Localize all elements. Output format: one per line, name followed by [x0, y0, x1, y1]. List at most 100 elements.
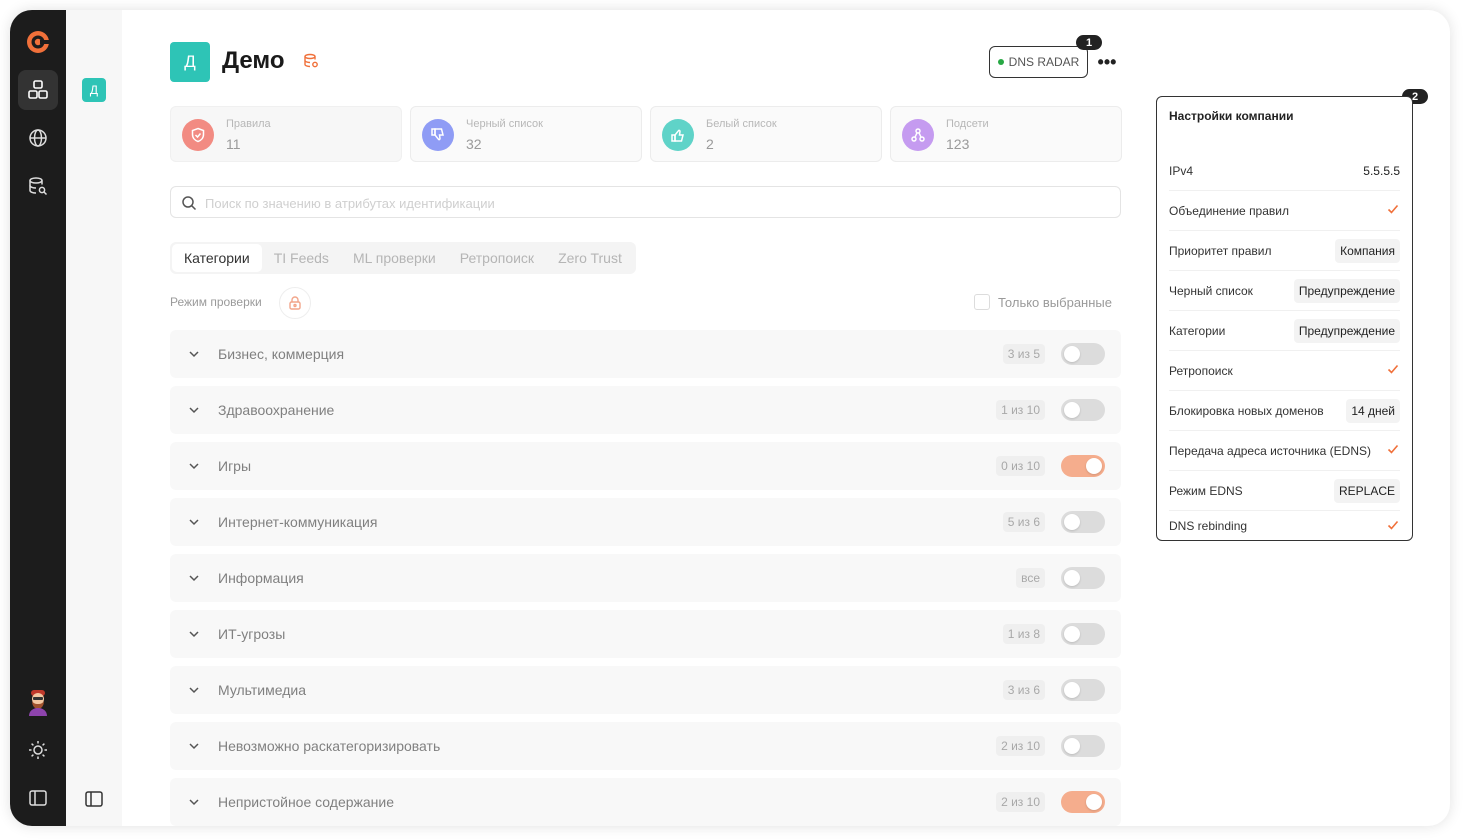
setting-label: Черный список — [1169, 283, 1253, 298]
stat-card-blacklist[interactable]: Черный список 32 — [410, 106, 642, 162]
setting-row: Ретропоиск — [1169, 351, 1400, 391]
setting-chip[interactable]: Компания — [1335, 238, 1400, 263]
category-label: Информация — [218, 570, 304, 586]
more-menu-button[interactable]: ••• — [1096, 50, 1118, 74]
chevron-down-icon[interactable] — [186, 514, 202, 535]
tab-retrosearch[interactable]: Ретропоиск — [448, 244, 546, 272]
chevron-down-icon[interactable] — [186, 346, 202, 367]
list-item[interactable]: Мультимедиа 3 из 6 — [170, 666, 1121, 714]
thumbs-down-icon — [422, 119, 454, 151]
setting-label: Блокировка новых доменов — [1169, 403, 1324, 418]
list-item[interactable]: Интернет-коммуникация 5 из 6 — [170, 498, 1121, 546]
category-count: 1 из 10 — [996, 400, 1045, 420]
title-avatar: Д — [170, 42, 210, 82]
chevron-down-icon[interactable] — [186, 570, 202, 591]
user-avatar[interactable] — [18, 682, 58, 722]
status-dot — [997, 59, 1004, 65]
setting-row: DNS rebinding — [1169, 511, 1400, 541]
category-toggle[interactable] — [1061, 343, 1105, 365]
company-sidebar: Д — [66, 10, 122, 826]
category-tabs: Категории TI Feeds ML проверки Ретропоис… — [170, 242, 636, 274]
setting-row: Категории Предупреждение — [1169, 311, 1400, 351]
category-label: Игры — [218, 458, 252, 474]
search-input[interactable] — [205, 193, 1105, 213]
check-icon — [1386, 518, 1400, 535]
company-settings-panel: Настройки компании IPv4 5.5.5.5 Объедине… — [1156, 96, 1413, 541]
chevron-down-icon[interactable] — [186, 738, 202, 759]
category-count: 1 из 8 — [1002, 624, 1045, 644]
setting-row: Черный список Предупреждение — [1169, 271, 1400, 311]
check-icon — [1386, 362, 1400, 379]
setting-row: Режим EDNS REPLACE — [1169, 471, 1400, 511]
stat-label: Черный список — [466, 118, 543, 130]
sidebar-collapse-icon[interactable] — [84, 790, 104, 813]
network-icon — [902, 119, 934, 151]
stat-card-whitelist[interactable]: Белый список 2 — [650, 106, 882, 162]
setting-label: Режим EDNS — [1169, 483, 1243, 498]
tab-ti-feeds[interactable]: TI Feeds — [262, 244, 341, 272]
database-settings-icon[interactable] — [303, 53, 319, 74]
category-list: Бизнес, коммерция 3 из 5 Здравоохранение… — [170, 330, 1121, 826]
setting-row: Блокировка новых доменов 14 дней — [1169, 391, 1400, 431]
stat-value: 11 — [226, 136, 241, 152]
list-item[interactable]: ИТ-угрозы 1 из 8 — [170, 610, 1121, 658]
category-toggle[interactable] — [1061, 679, 1105, 701]
database-search-icon[interactable] — [18, 166, 58, 206]
globe-icon[interactable] — [18, 118, 58, 158]
chevron-down-icon[interactable] — [186, 402, 202, 423]
stat-card-rules[interactable]: Правила 11 — [170, 106, 402, 162]
shield-icon — [182, 119, 214, 151]
page-title: Демо — [222, 47, 285, 74]
list-item[interactable]: Здравоохранение 1 из 10 — [170, 386, 1121, 434]
category-toggle[interactable] — [1061, 399, 1105, 421]
setting-chip[interactable]: Предупреждение — [1293, 278, 1400, 303]
category-toggle[interactable] — [1061, 511, 1105, 533]
category-count: все — [1016, 568, 1045, 588]
chevron-down-icon[interactable] — [186, 682, 202, 703]
chevron-down-icon[interactable] — [186, 794, 202, 815]
app-logo-icon[interactable] — [18, 22, 58, 62]
chevron-down-icon[interactable] — [186, 458, 202, 479]
ipv4-value: 5.5.5.5 — [1363, 163, 1400, 178]
company-avatar[interactable]: Д — [82, 78, 106, 102]
category-label: Мультимедиа — [218, 682, 306, 698]
tab-zero-trust[interactable]: Zero Trust — [546, 244, 634, 272]
theme-icon[interactable] — [18, 730, 58, 770]
tab-categories[interactable]: Категории — [172, 244, 262, 272]
setting-label: Передача адреса источника (EDNS) — [1169, 443, 1371, 458]
stat-card-subnets[interactable]: Подсети 123 — [890, 106, 1122, 162]
only-selected-filter[interactable]: Только выбранные — [974, 294, 1112, 310]
dns-radar-label: DNS RADAR — [1008, 55, 1080, 69]
category-toggle[interactable] — [1061, 623, 1105, 645]
lock-icon[interactable] — [279, 287, 311, 319]
category-count: 5 из 6 — [1002, 512, 1045, 532]
list-item[interactable]: Невозможно раскатегоризировать 2 из 10 — [170, 722, 1121, 770]
dns-radar-button[interactable]: DNS RADAR — [989, 46, 1088, 78]
org-icon[interactable] — [18, 70, 58, 110]
stat-value: 2 — [706, 136, 714, 152]
stat-label: Белый список — [706, 118, 777, 130]
setting-row: Передача адреса источника (EDNS) — [1169, 431, 1400, 471]
panel-toggle-icon[interactable] — [18, 778, 58, 818]
only-selected-checkbox[interactable] — [974, 294, 990, 310]
chevron-down-icon[interactable] — [186, 626, 202, 647]
setting-chip[interactable]: 14 дней — [1346, 398, 1400, 423]
stat-value: 123 — [946, 136, 970, 152]
category-toggle[interactable] — [1061, 455, 1105, 477]
list-item[interactable]: Информация все — [170, 554, 1121, 602]
list-item[interactable]: Игры 0 из 10 — [170, 442, 1121, 490]
setting-chip[interactable]: Предупреждение — [1293, 318, 1400, 343]
setting-chip[interactable]: REPLACE — [1333, 478, 1400, 503]
tab-ml-checks[interactable]: ML проверки — [341, 244, 448, 272]
category-toggle[interactable] — [1061, 791, 1105, 813]
category-count: 0 из 10 — [996, 456, 1045, 476]
category-label: Интернет-коммуникация — [218, 514, 378, 530]
category-toggle[interactable] — [1061, 735, 1105, 757]
nav-rail — [10, 10, 66, 826]
category-toggle[interactable] — [1061, 567, 1105, 589]
category-label: ИТ-угрозы — [218, 626, 286, 642]
thumbs-up-icon — [662, 119, 694, 151]
list-item[interactable]: Непристойное содержание 2 из 10 — [170, 778, 1121, 826]
search-icon — [181, 195, 197, 216]
list-item[interactable]: Бизнес, коммерция 3 из 5 — [170, 330, 1121, 378]
